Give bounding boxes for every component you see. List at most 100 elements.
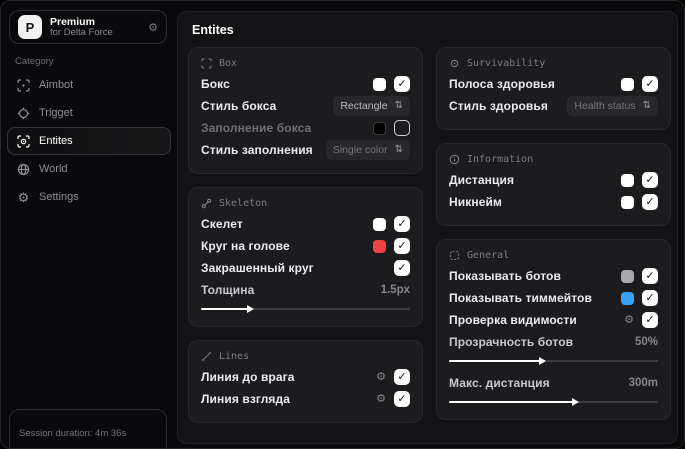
sidebar-item-label: Settings — [39, 191, 79, 203]
row-box-style: Стиль бокса Rectangle ⇅ — [201, 95, 410, 117]
dashed-box-icon — [449, 250, 460, 261]
row-label: Толщина — [201, 283, 255, 297]
sidebar-item-label: Trigget — [39, 107, 73, 119]
color-swatch[interactable] — [373, 77, 386, 91]
panel-general: General Показывать ботов ✓ Показывать ти… — [436, 239, 671, 420]
session-duration: Session duration: 4m 36s — [19, 428, 127, 439]
pulse-circle-icon — [450, 59, 459, 68]
color-swatch[interactable] — [621, 77, 634, 91]
row-label: Проверка видимости — [449, 313, 577, 327]
max-distance-slider[interactable] — [449, 397, 658, 407]
row-view-line: Линия взгляда ⚙ ✓ — [201, 388, 410, 410]
checkbox[interactable]: ✓ — [642, 290, 658, 306]
row-label: Показывать тиммейтов — [449, 291, 592, 305]
bot-opacity-slider[interactable] — [449, 356, 658, 366]
row-label: Линия взгляда — [201, 392, 291, 406]
gear-icon[interactable]: ⚙ — [376, 393, 386, 405]
brand-card: P Premium for Delta Force ⚙ — [9, 10, 167, 44]
checkbox[interactable]: ✓ — [642, 194, 658, 210]
row-label: Круг на голове — [201, 239, 290, 253]
bot-opacity-value: 50% — [634, 336, 658, 348]
session-card: Session duration: 4m 36s — [9, 409, 167, 448]
gear-icon[interactable]: ⚙ — [624, 314, 634, 326]
row-label: Бокс — [201, 77, 230, 91]
gear-icon[interactable]: ⚙ — [376, 371, 386, 383]
checkbox[interactable]: ✓ — [642, 312, 658, 328]
panel-survivability-header: Survivability — [449, 58, 658, 69]
check-icon: ✓ — [397, 239, 407, 252]
checkbox[interactable] — [394, 120, 410, 136]
sidebar-item-label: Aimbot — [39, 79, 74, 91]
panel-information: Information Дистанция ✓ Никнейм ✓ — [436, 143, 671, 226]
check-icon: ✓ — [397, 261, 407, 274]
chevrons-up-down-icon: ⇅ — [642, 100, 651, 111]
row-head-circle: Круг на голове ✓ — [201, 235, 410, 257]
fill-style-dropdown[interactable]: Single color ⇅ — [325, 140, 410, 160]
max-distance-value: 300m — [628, 377, 658, 389]
thickness-slider[interactable] — [201, 304, 410, 314]
row-health-bar: Полоса здоровья ✓ — [449, 73, 658, 95]
panel-title: Survivability — [467, 58, 546, 69]
checkbox[interactable]: ✓ — [394, 238, 410, 254]
sidebar-item-settings[interactable]: ⚙ Settings — [7, 183, 171, 211]
row-nickname: Никнейм ✓ — [449, 191, 658, 213]
dropdown-value: Rectangle — [340, 100, 388, 112]
row-filled-circle: Закрашенный круг ✓ — [201, 257, 410, 279]
row-distance: Дистанция ✓ — [449, 169, 658, 191]
sidebar-nav: Aimbot Trigget Entites World ⚙ Settings — [7, 71, 171, 211]
gear-icon[interactable]: ⚙ — [148, 21, 158, 34]
sidebar-item-world[interactable]: World — [7, 155, 171, 183]
checkbox[interactable]: ✓ — [394, 76, 410, 92]
entities-scan-eye-icon — [17, 134, 30, 148]
row-label: Макс. дистанция — [449, 376, 550, 390]
checkbox[interactable]: ✓ — [642, 268, 658, 284]
color-swatch[interactable] — [621, 291, 634, 305]
row-show-bots: Показывать ботов ✓ — [449, 265, 658, 287]
color-swatch[interactable] — [621, 269, 634, 283]
color-swatch[interactable] — [373, 239, 386, 253]
sidebar: P Premium for Delta Force ⚙ Category Aim… — [1, 1, 177, 448]
row-label: Скелет — [201, 217, 243, 231]
row-thickness: Толщина 1.5px — [201, 279, 410, 301]
checkbox[interactable]: ✓ — [394, 216, 410, 232]
world-globe-icon — [17, 163, 30, 175]
chevrons-up-down-icon: ⇅ — [394, 100, 403, 111]
color-swatch[interactable] — [621, 195, 634, 209]
check-icon: ✓ — [645, 173, 655, 186]
checkbox[interactable]: ✓ — [642, 172, 658, 188]
main-content: Entites Box Бокс ✓ Стиль бокса Rectangle… — [177, 11, 678, 444]
check-icon: ✓ — [645, 269, 655, 282]
health-style-dropdown[interactable]: Health status ⇅ — [567, 96, 658, 116]
aimbot-crosshair-icon — [17, 78, 30, 92]
brand-logo: P — [18, 15, 42, 39]
checkbox[interactable]: ✓ — [394, 369, 410, 385]
panel-information-header: Information — [449, 154, 658, 165]
color-swatch[interactable] — [621, 173, 634, 187]
checkbox[interactable]: ✓ — [394, 391, 410, 407]
row-label: Показывать ботов — [449, 269, 561, 283]
row-label: Стиль бокса — [201, 99, 277, 113]
checkbox[interactable]: ✓ — [642, 76, 658, 92]
panel-title: Skeleton — [219, 198, 268, 209]
sidebar-item-trigget[interactable]: Trigget — [7, 99, 171, 127]
box-scan-icon — [201, 58, 212, 69]
page-title: Entites — [192, 23, 234, 37]
row-box-toggle: Бокс ✓ — [201, 73, 410, 95]
slider-fill — [449, 401, 575, 403]
diagonal-line-icon — [202, 352, 211, 361]
panel-box-header: Box — [201, 58, 410, 69]
row-fill-style: Стиль заполнения Single color ⇅ — [201, 139, 410, 161]
slider-thumb[interactable] — [572, 398, 580, 406]
sidebar-item-aimbot[interactable]: Aimbot — [7, 71, 171, 99]
checkbox[interactable]: ✓ — [394, 260, 410, 276]
color-swatch[interactable] — [373, 217, 386, 231]
slider-thumb[interactable] — [538, 357, 546, 365]
check-icon: ✓ — [397, 77, 407, 90]
color-swatch[interactable] — [373, 121, 386, 135]
slider-thumb[interactable] — [247, 305, 255, 313]
check-icon: ✓ — [645, 313, 655, 326]
sidebar-item-entites[interactable]: Entites — [7, 127, 171, 155]
panel-skeleton: Skeleton Скелет ✓ Круг на голове ✓ Закра… — [188, 187, 423, 327]
box-style-dropdown[interactable]: Rectangle ⇅ — [333, 96, 410, 116]
panel-title: Lines — [219, 351, 250, 362]
